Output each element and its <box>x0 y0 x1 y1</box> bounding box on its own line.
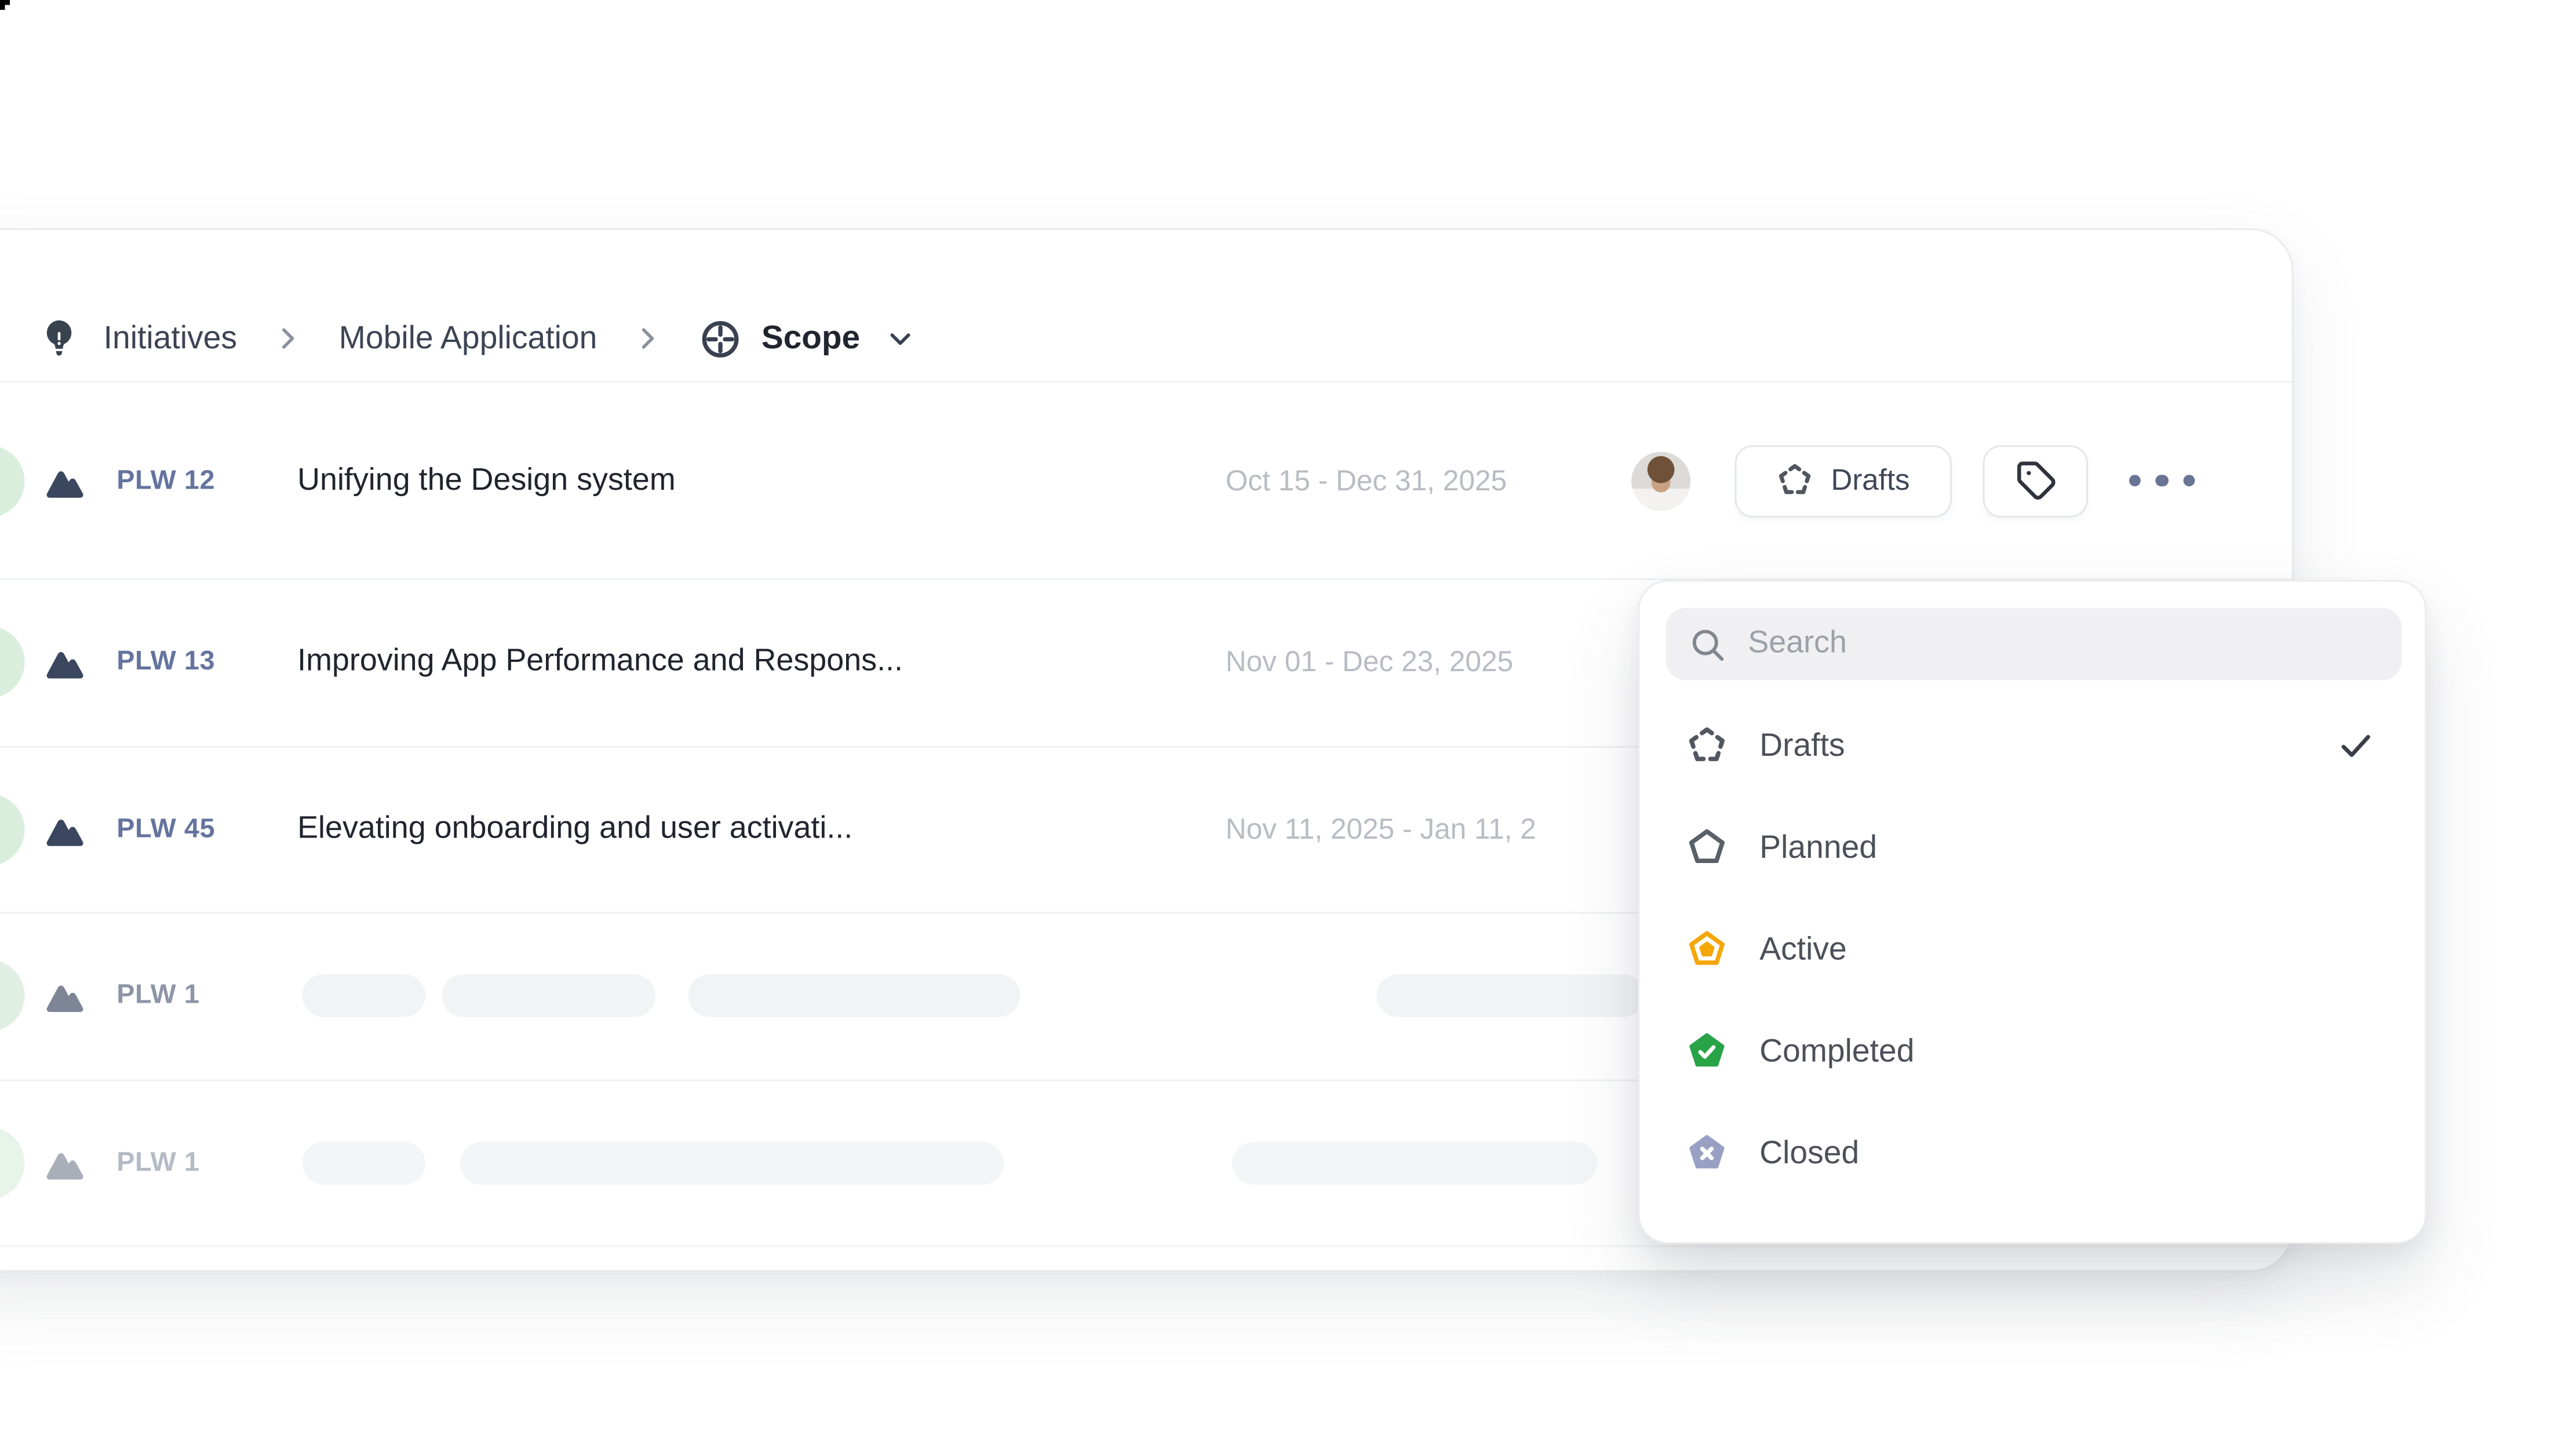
drafts-dashed-pentagon-icon <box>1686 724 1729 767</box>
initiative-id: PLW 12 <box>116 465 215 496</box>
progress-circle <box>0 445 25 517</box>
initiative-row[interactable]: PLW 12 Unifying the Design system Oct 15… <box>0 383 2292 580</box>
tag-icon <box>2015 460 2056 501</box>
skeleton-pill <box>303 1141 426 1184</box>
initiative-id: PLW 1 <box>116 981 199 1012</box>
search-input[interactable] <box>1748 626 2307 662</box>
planned-pentagon-icon <box>1686 827 1729 869</box>
corner-artifact <box>0 5 5 10</box>
corner-artifact <box>0 0 10 5</box>
skeleton-pill <box>1377 975 1645 1018</box>
option-closed[interactable]: Closed <box>1666 1102 2398 1204</box>
option-completed[interactable]: Completed <box>1666 1000 2398 1102</box>
assignee-avatar[interactable] <box>1631 451 1690 510</box>
completed-pentagon-icon <box>1686 1030 1729 1073</box>
progress-circle <box>0 793 25 865</box>
initiative-id: PLW 45 <box>116 814 215 845</box>
status-button[interactable]: Drafts <box>1735 445 1952 517</box>
closed-pentagon-icon <box>1686 1132 1729 1175</box>
breadcrumb-view-scope[interactable]: Scope <box>761 319 860 357</box>
option-label: Closed <box>1759 1134 2375 1172</box>
option-label: Completed <box>1759 1033 2375 1071</box>
mountain-icon <box>43 1140 89 1186</box>
option-label: Drafts <box>1759 727 2305 764</box>
skeleton-pill <box>1232 1141 1597 1184</box>
initiative-dates[interactable]: Nov 11, 2025 - Jan 11, 2 <box>1226 812 1536 847</box>
scope-crosshair-icon <box>699 316 744 361</box>
initiative-title[interactable]: Improving App Performance and Respons... <box>297 645 903 680</box>
dropdown-search[interactable] <box>1666 608 2402 680</box>
initiative-title[interactable]: Elevating onboarding and user activati..… <box>297 811 852 847</box>
chevron-right-icon <box>633 323 663 353</box>
initiative-id: PLW 13 <box>116 647 215 678</box>
breadcrumb-project[interactable]: Mobile Application <box>339 319 597 357</box>
initiative-id: PLW 1 <box>116 1147 199 1178</box>
initiative-dates[interactable]: Oct 15 - Dec 31, 2025 <box>1226 463 1507 498</box>
drafts-dashed-pentagon-icon <box>1777 462 1815 500</box>
breadcrumb-initiatives[interactable]: Initiatives <box>104 319 237 357</box>
option-active[interactable]: Active <box>1666 899 2398 1001</box>
mountain-icon <box>43 457 89 503</box>
lightbulb-icon <box>41 317 77 360</box>
mountain-icon <box>43 973 89 1019</box>
active-pentagon-icon <box>1686 929 1729 971</box>
initiative-dates[interactable]: Nov 01 - Dec 23, 2025 <box>1226 645 1513 680</box>
chevron-down-icon[interactable] <box>883 322 916 355</box>
skeleton-pill <box>460 1141 1004 1184</box>
progress-circle <box>0 960 25 1032</box>
screen: Initiatives Mobile Application Scope <box>0 0 2576 1449</box>
initiative-title[interactable]: Unifying the Design system <box>297 463 676 498</box>
search-icon <box>1689 625 1726 663</box>
mountain-icon <box>43 806 89 852</box>
progress-circle <box>0 627 25 699</box>
skeleton-pill <box>688 975 1021 1018</box>
breadcrumb: Initiatives Mobile Application Scope <box>0 230 2292 383</box>
more-options-button[interactable] <box>2124 445 2199 517</box>
mountain-icon <box>43 639 89 685</box>
chevron-right-icon <box>273 323 303 353</box>
option-label: Active <box>1759 931 2375 969</box>
skeleton-pill <box>303 975 426 1018</box>
status-options: Drafts Planned Active <box>1666 695 2398 1204</box>
labels-button[interactable] <box>1983 445 2088 517</box>
progress-circle <box>0 1127 25 1199</box>
option-label: Planned <box>1759 829 2375 867</box>
option-drafts[interactable]: Drafts <box>1666 695 2398 797</box>
status-dropdown: Drafts Planned Active <box>1638 580 2426 1244</box>
option-planned[interactable]: Planned <box>1666 797 2398 899</box>
skeleton-pill <box>442 975 656 1018</box>
status-button-label: Drafts <box>1831 463 1910 498</box>
check-icon <box>2336 726 2375 766</box>
